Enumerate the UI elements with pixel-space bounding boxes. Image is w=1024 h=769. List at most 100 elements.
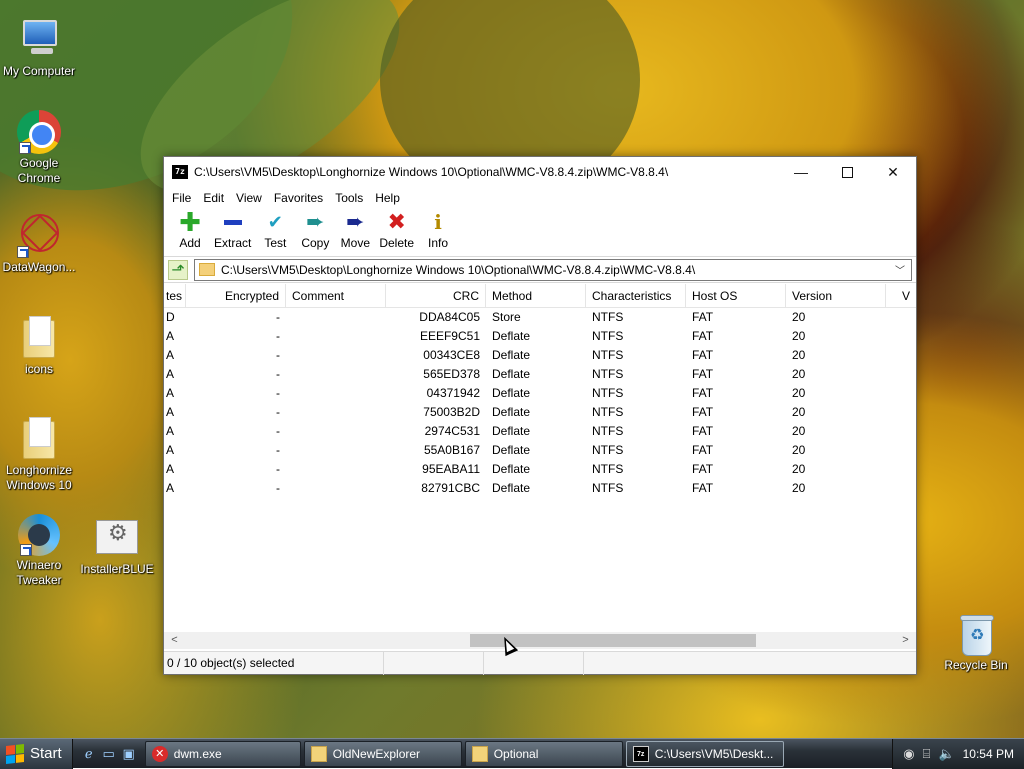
- 7zip-window[interactable]: 7z C:\Users\VM5\Desktop\Longhornize Wind…: [163, 156, 917, 675]
- table-row[interactable]: A - 00343CE8 Deflate NTFS FAT 20: [164, 346, 916, 365]
- desktop-icon-label: icons: [24, 362, 53, 376]
- cell-host-os: FAT: [692, 443, 714, 457]
- info-button[interactable]: i Info: [418, 209, 458, 250]
- column-header-characteristics[interactable]: Characteristics: [586, 284, 686, 308]
- desktop-icon-recycle-bin[interactable]: ♻ Recycle Bin: [937, 612, 1015, 673]
- menu-edit[interactable]: Edit: [197, 187, 230, 209]
- cell-characteristics: NTFS: [592, 386, 624, 400]
- menu-file[interactable]: File: [166, 187, 197, 209]
- taskbar-button-optional[interactable]: Optional: [464, 740, 623, 767]
- tray-app-icon[interactable]: ◉: [903, 746, 914, 762]
- taskbar: Start ℯ ▭ ▣ ✕ dwm.exe OldNewExplorer Opt…: [0, 738, 1024, 769]
- toolbar: ✚ Add Extract ✔ Test ➨ Copy ➨ Move ✖ Del…: [164, 209, 916, 257]
- info-label: Info: [428, 236, 449, 250]
- start-label: Start: [30, 745, 62, 762]
- cell-method: Deflate: [492, 481, 531, 495]
- column-header-version[interactable]: Version: [786, 284, 886, 308]
- cell-host-os: FAT: [692, 405, 714, 419]
- horizontal-scrollbar[interactable]: < >: [164, 632, 916, 649]
- menu-tools[interactable]: Tools: [329, 187, 369, 209]
- folder-icon: [310, 745, 327, 762]
- table-row[interactable]: A - 95EABA11 Deflate NTFS FAT 20: [164, 460, 916, 479]
- test-button[interactable]: ✔ Test: [255, 209, 295, 250]
- add-label: Add: [179, 236, 201, 250]
- desktop-icon-datawagon[interactable]: DataWagon...: [0, 210, 78, 275]
- table-row[interactable]: D - DDA84C05 Store NTFS FAT 20: [164, 308, 916, 327]
- menu-favorites[interactable]: Favorites: [268, 187, 329, 209]
- cell-encrypted: -: [276, 367, 280, 381]
- clock[interactable]: 10:54 PM: [963, 747, 1014, 761]
- extract-button[interactable]: Extract: [210, 209, 255, 250]
- taskbar-button-dwm[interactable]: ✕ dwm.exe: [144, 740, 301, 767]
- add-button[interactable]: ✚ Add: [170, 209, 210, 250]
- volume-icon[interactable]: 🔈: [938, 746, 954, 762]
- copy-icon: ➨: [306, 209, 325, 234]
- delete-button[interactable]: ✖ Delete: [375, 209, 418, 251]
- move-button[interactable]: ➨ Move: [335, 209, 375, 251]
- table-row[interactable]: A - 565ED378 Deflate NTFS FAT 20: [164, 365, 916, 384]
- column-header-crc[interactable]: CRC: [386, 284, 486, 308]
- up-folder-button[interactable]: ⬏: [168, 259, 188, 280]
- table-row[interactable]: A - EEEF9C51 Deflate NTFS FAT 20: [164, 327, 916, 346]
- folder-icon: [15, 312, 63, 360]
- cell-characteristics: NTFS: [592, 481, 624, 495]
- cell-attributes: A: [166, 443, 175, 457]
- cell-version: 20: [792, 310, 806, 324]
- table-row[interactable]: A - 75003B2D Deflate NTFS FAT 20: [164, 403, 916, 422]
- close-button[interactable]: ✕: [870, 157, 916, 187]
- desktop-icon-label: Longhornize Windows 10: [5, 463, 73, 492]
- chevron-down-icon[interactable]: ﹀: [893, 262, 907, 277]
- table-row[interactable]: A - 55A0B167 Deflate NTFS FAT 20: [164, 441, 916, 460]
- desktop-icon-icons-folder[interactable]: icons: [0, 312, 78, 377]
- cell-method: Deflate: [492, 405, 531, 419]
- table-row[interactable]: A - 82791CBC Deflate NTFS FAT 20: [164, 479, 916, 498]
- menu-view[interactable]: View: [230, 187, 268, 209]
- desktop-icon-winaero-tweaker[interactable]: Winaero Tweaker: [0, 514, 78, 588]
- recycle-bin-icon: ♻: [958, 612, 994, 656]
- scroll-right-icon[interactable]: >: [897, 632, 914, 649]
- desktop-icon-longhornize-folder[interactable]: Longhornize Windows 10: [0, 413, 78, 493]
- cell-method: Deflate: [492, 386, 531, 400]
- desktop-icon-label: InstallerBLUE: [80, 562, 154, 576]
- scroll-left-icon[interactable]: <: [166, 632, 183, 649]
- cell-crc: 2974C531: [424, 424, 480, 438]
- cell-version: 20: [792, 424, 806, 438]
- cell-attributes: D: [166, 310, 175, 324]
- folder-icon: [471, 745, 488, 762]
- column-header-volume[interactable]: V: [886, 284, 916, 308]
- copy-label: Copy: [301, 236, 330, 250]
- column-header-method[interactable]: Method: [486, 284, 586, 308]
- cell-version: 20: [792, 386, 806, 400]
- taskbar-button-oldnewexplorer[interactable]: OldNewExplorer: [303, 740, 462, 767]
- column-header-comment[interactable]: Comment: [286, 284, 386, 308]
- column-header-attributes[interactable]: tes: [164, 284, 186, 308]
- desktop-icon-my-computer[interactable]: My Computer: [0, 14, 78, 79]
- minimize-button[interactable]: —: [778, 157, 824, 187]
- cell-characteristics: NTFS: [592, 367, 624, 381]
- table-row[interactable]: A - 04371942 Deflate NTFS FAT 20: [164, 384, 916, 403]
- title-bar[interactable]: 7z C:\Users\VM5\Desktop\Longhornize Wind…: [164, 157, 916, 187]
- start-button[interactable]: Start: [0, 738, 73, 769]
- cell-characteristics: NTFS: [592, 443, 624, 457]
- cell-host-os: FAT: [692, 348, 714, 362]
- cell-crc: DDA84C05: [419, 310, 480, 324]
- cell-crc: 82791CBC: [421, 481, 480, 495]
- network-icon[interactable]: ⌸: [923, 746, 931, 762]
- file-list[interactable]: tes Encrypted Comment CRC Method Charact…: [164, 284, 916, 632]
- copy-button[interactable]: ➨ Copy: [295, 209, 335, 251]
- cell-crc: 55A0B167: [423, 443, 480, 457]
- path-combobox[interactable]: C:\Users\VM5\Desktop\Longhornize Windows…: [194, 258, 912, 281]
- show-desktop-icon[interactable]: ▭: [101, 746, 117, 761]
- switch-windows-icon[interactable]: ▣: [121, 746, 137, 761]
- menu-help[interactable]: Help: [369, 187, 406, 209]
- desktop-icon-google-chrome[interactable]: Google Chrome: [0, 110, 78, 186]
- column-header-encrypted[interactable]: Encrypted: [186, 284, 286, 308]
- table-row[interactable]: A - 2974C531 Deflate NTFS FAT 20: [164, 422, 916, 441]
- maximize-button[interactable]: [824, 157, 870, 187]
- internet-explorer-icon[interactable]: ℯ: [81, 746, 97, 761]
- desktop-icon-installerblue[interactable]: InstallerBLUE: [78, 514, 156, 577]
- taskbar-button-7zip[interactable]: 7z C:\Users\VM5\Deskt...: [625, 740, 784, 767]
- path-text: C:\Users\VM5\Desktop\Longhornize Windows…: [221, 262, 696, 277]
- delete-icon: ✖: [387, 209, 406, 234]
- column-header-host-os[interactable]: Host OS: [686, 284, 786, 308]
